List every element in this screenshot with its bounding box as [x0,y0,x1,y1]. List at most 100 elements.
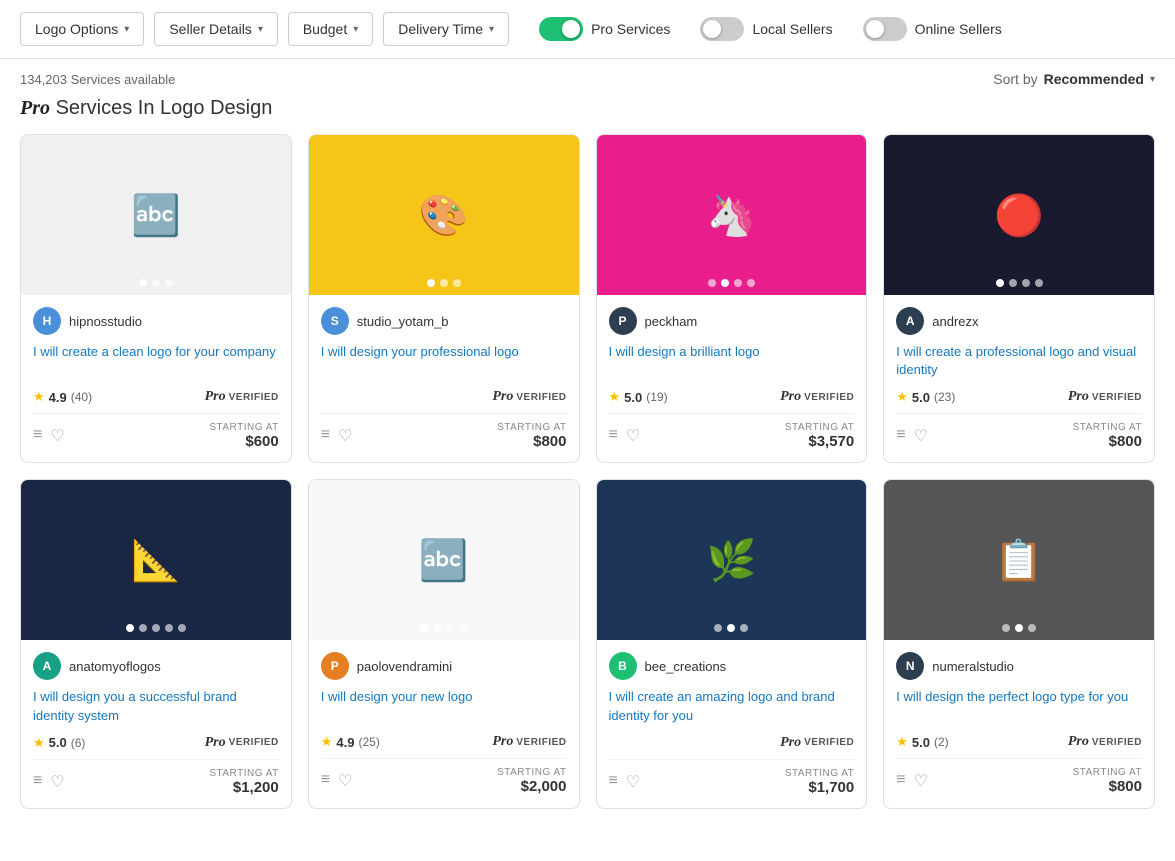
gig-title[interactable]: I will design your new logo [321,688,567,724]
carousel-dot[interactable] [747,279,755,287]
seller-details-filter[interactable]: Seller Details ▾ [154,12,278,46]
pro-services-toggle[interactable] [539,17,583,41]
seller-name[interactable]: andrezx [932,314,978,329]
carousel-dot[interactable] [740,624,748,632]
carousel-dot[interactable] [420,624,428,632]
rating-left: ★ 5.0 (6) [33,735,85,751]
seller-row: N numeralstudio [896,652,1142,680]
verified-text: VERIFIED [229,392,279,403]
seller-name[interactable]: paolovendramini [357,659,452,674]
list-icon[interactable]: ≡ [896,771,905,791]
seller-name[interactable]: bee_creations [645,659,727,674]
carousel-dot[interactable] [152,624,160,632]
gig-title[interactable]: I will design the perfect logo type for … [896,688,1142,724]
carousel-dot[interactable] [440,279,448,287]
logo-options-filter[interactable]: Logo Options ▾ [20,12,144,46]
heart-icon[interactable]: ♡ [50,772,64,792]
sort-chevron-icon[interactable]: ▾ [1150,74,1155,85]
carousel-dot[interactable] [165,279,173,287]
carousel-dot[interactable] [1035,279,1043,287]
rating-left: ★ 5.0 (23) [896,389,955,405]
gig-card[interactable]: 🦄 P peckham I will design a brilliant lo… [596,134,868,463]
carousel-dot[interactable] [165,624,173,632]
carousel-dot[interactable] [433,624,441,632]
footer-icons: ≡ ♡ [33,772,65,792]
list-icon[interactable]: ≡ [609,426,618,446]
list-icon[interactable]: ≡ [33,426,42,446]
carousel-dots [21,279,291,287]
carousel-dot[interactable] [1009,279,1017,287]
carousel-dot[interactable] [727,624,735,632]
carousel-dot[interactable] [708,279,716,287]
carousel-dot[interactable] [996,279,1004,287]
carousel-dot[interactable] [714,624,722,632]
carousel-dot[interactable] [459,624,467,632]
list-icon[interactable]: ≡ [896,426,905,446]
gig-title[interactable]: I will create a professional logo and vi… [896,343,1142,379]
gig-card[interactable]: 🔤 P paolovendramini I will design your n… [308,479,580,808]
page-title: Pro Services In Logo Design [0,93,1175,134]
carousel-dot[interactable] [139,279,147,287]
carousel-dot[interactable] [152,279,160,287]
gig-card[interactable]: 📐 A anatomyoflogos I will design you a s… [20,479,292,808]
carousel-dot[interactable] [427,279,435,287]
seller-name[interactable]: studio_yotam_b [357,314,449,329]
budget-filter[interactable]: Budget ▾ [288,12,373,46]
price-area: STARTING AT $800 [497,422,566,450]
local-sellers-toggle[interactable] [700,17,744,41]
gig-title[interactable]: I will create an amazing logo and brand … [609,688,855,724]
carousel-dot[interactable] [1022,279,1030,287]
gig-title[interactable]: I will design you a successful brand ide… [33,688,279,724]
gig-title[interactable]: I will design your professional logo [321,343,567,379]
gig-title[interactable]: I will create a clean logo for your comp… [33,343,279,379]
heart-icon[interactable]: ♡ [914,771,928,791]
carousel-dot[interactable] [721,279,729,287]
list-icon[interactable]: ≡ [321,426,330,446]
seller-name[interactable]: numeralstudio [932,659,1014,674]
seller-row: B bee_creations [609,652,855,680]
list-icon[interactable]: ≡ [33,772,42,792]
seller-name[interactable]: hipnosstudio [69,314,142,329]
verified-text: VERIFIED [1092,392,1142,403]
card-footer: ≡ ♡ STARTING AT $2,000 [321,758,567,795]
pro-badge: Pro VERIFIED [1068,734,1142,750]
gig-card[interactable]: 🔤 H hipnosstudio I will create a clean l… [20,134,292,463]
starting-at-label: STARTING AT [209,768,278,779]
heart-icon[interactable]: ♡ [50,426,64,446]
price-area: STARTING AT $1,700 [785,768,854,796]
delivery-time-filter[interactable]: Delivery Time ▾ [383,12,509,46]
seller-name[interactable]: peckham [645,314,698,329]
heart-icon[interactable]: ♡ [338,426,352,446]
carousel-dot[interactable] [1015,624,1023,632]
avatar: A [896,307,924,335]
carousel-dot[interactable] [178,624,186,632]
rating-row: ★ 5.0 (23) Pro VERIFIED [896,389,1142,405]
verified-text: VERIFIED [804,392,854,403]
heart-icon[interactable]: ♡ [626,772,640,792]
online-sellers-toggle[interactable] [863,17,907,41]
heart-icon[interactable]: ♡ [626,426,640,446]
carousel-dot[interactable] [139,624,147,632]
carousel-dot[interactable] [126,624,134,632]
gig-card[interactable]: 🔴 A andrezx I will create a professional… [883,134,1155,463]
rating-row: ★ 5.0 (6) Pro VERIFIED [33,735,279,751]
pro-services-toggle-group: Pro Services [539,17,670,41]
seller-name[interactable]: anatomyoflogos [69,659,161,674]
heart-icon[interactable]: ♡ [338,771,352,791]
carousel-dot[interactable] [1028,624,1036,632]
list-icon[interactable]: ≡ [609,772,618,792]
logo-options-label: Logo Options [35,21,118,37]
gig-card[interactable]: 🎨 S studio_yotam_b I will design your pr… [308,134,580,463]
budget-label: Budget [303,21,347,37]
gig-title[interactable]: I will design a brilliant logo [609,343,855,379]
carousel-dot[interactable] [453,279,461,287]
list-icon[interactable]: ≡ [321,771,330,791]
heart-icon[interactable]: ♡ [914,426,928,446]
delivery-time-label: Delivery Time [398,21,483,37]
gig-card[interactable]: 🌿 B bee_creations I will create an amazi… [596,479,868,808]
carousel-dot[interactable] [446,624,454,632]
gig-card[interactable]: 📋 N numeralstudio I will design the perf… [883,479,1155,808]
verified-text: VERIFIED [229,737,279,748]
carousel-dot[interactable] [734,279,742,287]
carousel-dot[interactable] [1002,624,1010,632]
